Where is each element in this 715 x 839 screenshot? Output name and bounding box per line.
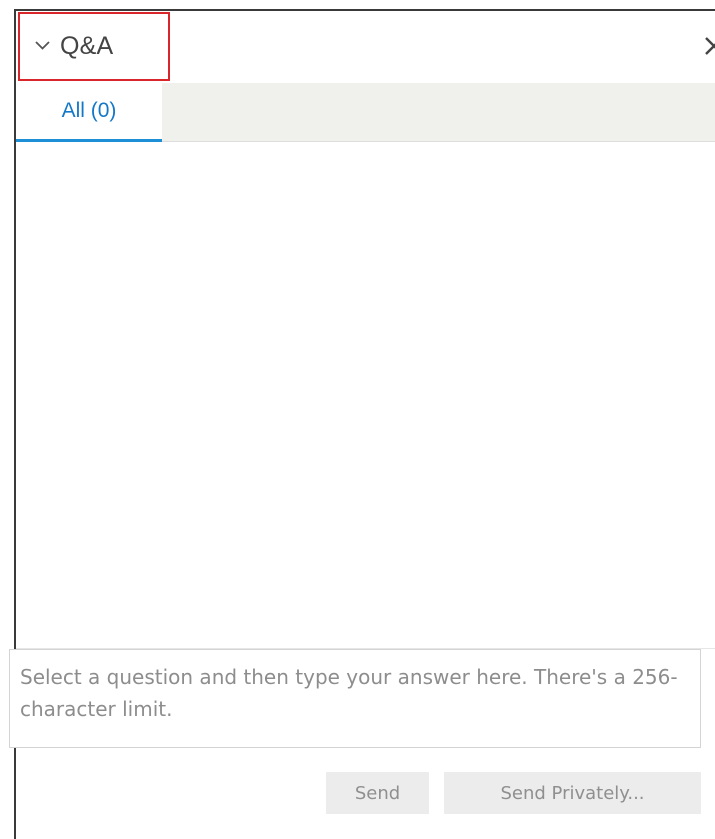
send-button[interactable]: Send — [326, 772, 429, 814]
tab-all[interactable]: All (0) — [16, 83, 162, 142]
panel-title: Q&A — [60, 32, 114, 60]
send-privately-button[interactable]: Send Privately... — [444, 772, 701, 814]
panel-header: Q&A — [16, 11, 715, 83]
chevron-down-icon — [35, 41, 50, 50]
close-icon[interactable] — [703, 35, 715, 57]
panel-title-toggle[interactable]: Q&A — [18, 12, 170, 81]
tab-bar: All (0) — [16, 83, 715, 142]
tab-all-label: All (0) — [61, 99, 117, 122]
answer-input[interactable] — [9, 649, 701, 748]
questions-list — [16, 142, 715, 649]
